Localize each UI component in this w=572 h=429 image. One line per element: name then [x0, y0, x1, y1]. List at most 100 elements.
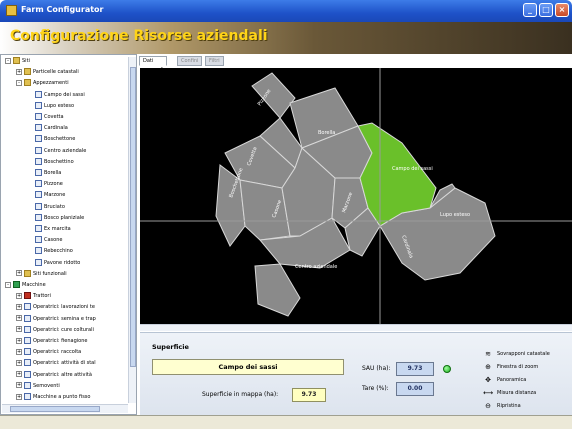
close-button[interactable]: ×	[555, 3, 569, 17]
button-label: Panoramica	[497, 377, 527, 383]
tree-item-label: Siti funzionali	[33, 270, 67, 277]
tab-general-data[interactable]: Dati generali	[139, 56, 168, 73]
status-led-icon	[443, 365, 451, 373]
tree-item[interactable]: + Siti funzionali	[16, 269, 67, 279]
tree-item[interactable]: Pizzone	[35, 180, 63, 189]
tree-item-label: Trattori	[33, 293, 51, 300]
expand-icon[interactable]: +	[16, 68, 22, 75]
tree-item[interactable]: - Appezzamenti	[16, 79, 69, 88]
tree-item-label: Particelle catastali	[33, 69, 79, 76]
tree-item[interactable]: Borella	[35, 169, 61, 178]
tree-item[interactable]: + Operatrici: lavorazioni te	[16, 303, 95, 312]
tree-item[interactable]: - Macchine	[5, 281, 46, 290]
tree-item[interactable]: Casone	[35, 236, 62, 245]
map-label: Borella	[318, 130, 335, 136]
tree-item[interactable]: Marzone	[35, 191, 65, 200]
doc-icon	[24, 314, 31, 322]
tree-horizontal-scrollbar[interactable]	[2, 404, 128, 413]
expand-icon[interactable]: +	[16, 382, 22, 389]
zoom-window-button[interactable]: ⊕ Finestra di zoom	[478, 360, 566, 373]
scroll-thumb[interactable]	[10, 406, 100, 412]
tree-item-label: Rebecchino	[44, 248, 73, 255]
expand-icon[interactable]: +	[16, 393, 22, 400]
tree-item[interactable]: Covetta	[35, 113, 64, 122]
doc-icon	[35, 135, 42, 143]
minimize-button[interactable]: _	[523, 3, 537, 17]
tree-item-label: Macchine a punto fisso	[33, 394, 91, 400]
tractor-icon	[24, 292, 31, 300]
tree-item[interactable]: + Operatrici: cure colturali	[16, 325, 94, 335]
tree-item[interactable]: Bosco planiziale	[35, 213, 84, 223]
pan-button[interactable]: ✥ Panoramica	[478, 373, 566, 386]
tree-item-label: Campo dei sassi	[44, 91, 85, 98]
doc-icon	[35, 101, 42, 109]
tree-item-label: Operatrici: fienagione	[33, 338, 88, 344]
tree-item[interactable]: + Operatrici: raccolta	[16, 348, 81, 357]
tree-item-label: Ex marcita	[44, 226, 71, 232]
sau-value: 9.73	[396, 362, 434, 376]
expand-icon[interactable]: +	[16, 292, 22, 299]
tree-item[interactable]: Bruciato	[35, 202, 65, 212]
tree-item[interactable]: + Trattori	[16, 292, 51, 301]
expand-icon[interactable]: +	[16, 371, 22, 378]
collapse-icon[interactable]: -	[5, 281, 11, 288]
tree-item-label: Operatrici: raccolta	[33, 349, 82, 356]
tab-boundaries[interactable]: Confini	[177, 56, 203, 66]
tree-item[interactable]: Cardinala	[35, 124, 68, 133]
field-map[interactable]: Borella Pizzone Campo dei sassi Lupo est…	[140, 68, 572, 324]
scroll-thumb[interactable]	[130, 67, 136, 367]
tree-item[interactable]: Pavone ridotto	[35, 258, 81, 268]
expand-icon[interactable]: +	[16, 315, 22, 322]
tree-item[interactable]: + Particelle catastali	[16, 68, 79, 77]
tree-item[interactable]: Lupo esteso	[35, 101, 75, 111]
expand-icon[interactable]: +	[16, 359, 22, 366]
field-polygon[interactable]	[254, 263, 301, 317]
map-horizontal-scrollbar[interactable]	[140, 324, 572, 331]
expand-icon[interactable]: +	[16, 303, 22, 310]
tab-filters[interactable]: Filtri	[205, 56, 224, 66]
tree-item[interactable]: + Operatrici: altre attività	[16, 370, 92, 380]
tree-item-label: Cardinala	[44, 125, 68, 132]
map-view[interactable]: Borella Pizzone Campo dei sassi Lupo est…	[140, 68, 572, 324]
tree-item[interactable]: Centro aziendale	[35, 146, 87, 156]
tree-item-label: Centro aziendale	[44, 147, 87, 154]
expand-icon[interactable]: +	[16, 326, 22, 333]
tree-item[interactable]: + Operatrici: semina e trap	[16, 314, 96, 324]
tree-item[interactable]: Boschettino	[35, 157, 74, 167]
tree-item[interactable]: + Operatrici: fienagione	[16, 337, 87, 346]
doc-icon	[35, 258, 42, 266]
tree-item-label: Pavone ridotto	[44, 259, 81, 266]
tree-item[interactable]: + Operatrici: attività di stal	[16, 359, 96, 368]
doc-icon	[35, 202, 42, 210]
field-polygon[interactable]	[251, 72, 296, 119]
collapse-icon[interactable]: -	[16, 79, 22, 86]
tree-item-label: Lupo esteso	[44, 102, 75, 109]
overlay-cadastral-button[interactable]: ≋ Sovrapponi catastale	[478, 347, 566, 360]
expand-icon[interactable]: +	[16, 270, 22, 277]
expand-icon[interactable]: +	[16, 348, 22, 355]
header-banner: Configurazione Risorse aziendali	[0, 22, 572, 54]
map-area-label: Superficie in mappa (ha):	[202, 391, 279, 398]
reset-button[interactable]: ⊖ Ripristina	[478, 399, 566, 412]
tare-label: Tare (%):	[362, 385, 389, 392]
tree-item[interactable]: Ex marcita	[35, 225, 71, 234]
tree-item[interactable]: + Semoventi	[16, 381, 60, 391]
page-title: Configurazione Risorse aziendali	[10, 28, 268, 44]
button-label: Misura distanza	[497, 390, 537, 396]
tree-item[interactable]: Campo dei sassi	[35, 90, 85, 100]
collapse-icon[interactable]: -	[5, 57, 11, 64]
tree-vertical-scrollbar[interactable]	[128, 57, 136, 403]
measure-distance-button[interactable]: ⟷ Misura distanza	[478, 386, 566, 399]
tree-item[interactable]: Rebecchino	[35, 247, 73, 256]
tree-item-label: Boschettone	[44, 136, 76, 143]
folder-icon	[13, 57, 20, 64]
folder-icon	[24, 79, 31, 87]
tree-item[interactable]: - Siti	[5, 57, 30, 66]
maximize-button[interactable]: □	[539, 3, 553, 17]
map-label: Campo dei sassi	[392, 166, 433, 172]
tree-item[interactable]: Boschettone	[35, 135, 75, 144]
map-label: Lupo esteso	[440, 212, 470, 218]
expand-icon[interactable]: +	[16, 337, 22, 344]
tree-item-label: Operatrici: semina e trap	[33, 315, 96, 322]
tree-item[interactable]: + Macchine a punto fisso	[16, 393, 90, 402]
